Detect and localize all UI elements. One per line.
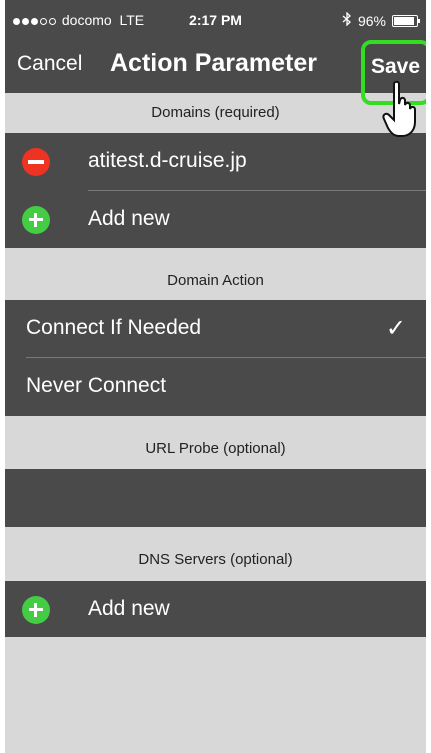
add-dns-row[interactable]: Add new: [5, 581, 426, 637]
domain-value: atitest.d-cruise.jp: [88, 149, 247, 172]
domain-row[interactable]: atitest.d-cruise.jp: [5, 133, 426, 191]
add-domain-label: Add new: [88, 207, 170, 230]
section-header-dns-servers: DNS Servers (optional): [138, 551, 293, 568]
add-icon[interactable]: [22, 206, 50, 234]
section-header-domains: Domains (required): [151, 104, 280, 121]
option-label: Never Connect: [26, 374, 167, 397]
battery-icon: [392, 14, 420, 27]
status-bar: docomo LTE 2:17 PM 96%: [5, 0, 426, 40]
app-screen: docomo LTE 2:17 PM 96% Cancel Action Par…: [5, 0, 426, 753]
add-icon[interactable]: [22, 596, 50, 624]
add-domain-row[interactable]: Add new: [5, 191, 426, 248]
section-header-domain-action: Domain Action: [167, 272, 264, 289]
add-dns-label: Add new: [88, 597, 170, 620]
section-header-url-probe: URL Probe (optional): [145, 440, 286, 457]
cancel-button[interactable]: Cancel: [17, 52, 82, 76]
bluetooth-icon: [342, 11, 352, 29]
option-label: Connect If Needed: [26, 316, 202, 339]
option-never-connect[interactable]: Never Connect: [5, 358, 426, 416]
domain-action-group: Connect If Needed ✓ Never Connect: [5, 300, 426, 416]
battery-percent: 96%: [357, 12, 386, 29]
hand-cursor-icon: [382, 80, 416, 137]
checkmark-icon: ✓: [385, 315, 406, 342]
option-connect-if-needed[interactable]: Connect If Needed ✓: [5, 300, 426, 358]
url-probe-field[interactable]: [5, 469, 426, 527]
delete-icon[interactable]: [22, 148, 50, 176]
status-right: 96%: [342, 11, 420, 29]
page-title: Action Parameter: [110, 49, 318, 77]
domains-group: atitest.d-cruise.jp Add new: [5, 133, 426, 248]
dns-servers-group: Add new: [5, 581, 426, 637]
save-label: Save: [371, 55, 421, 78]
